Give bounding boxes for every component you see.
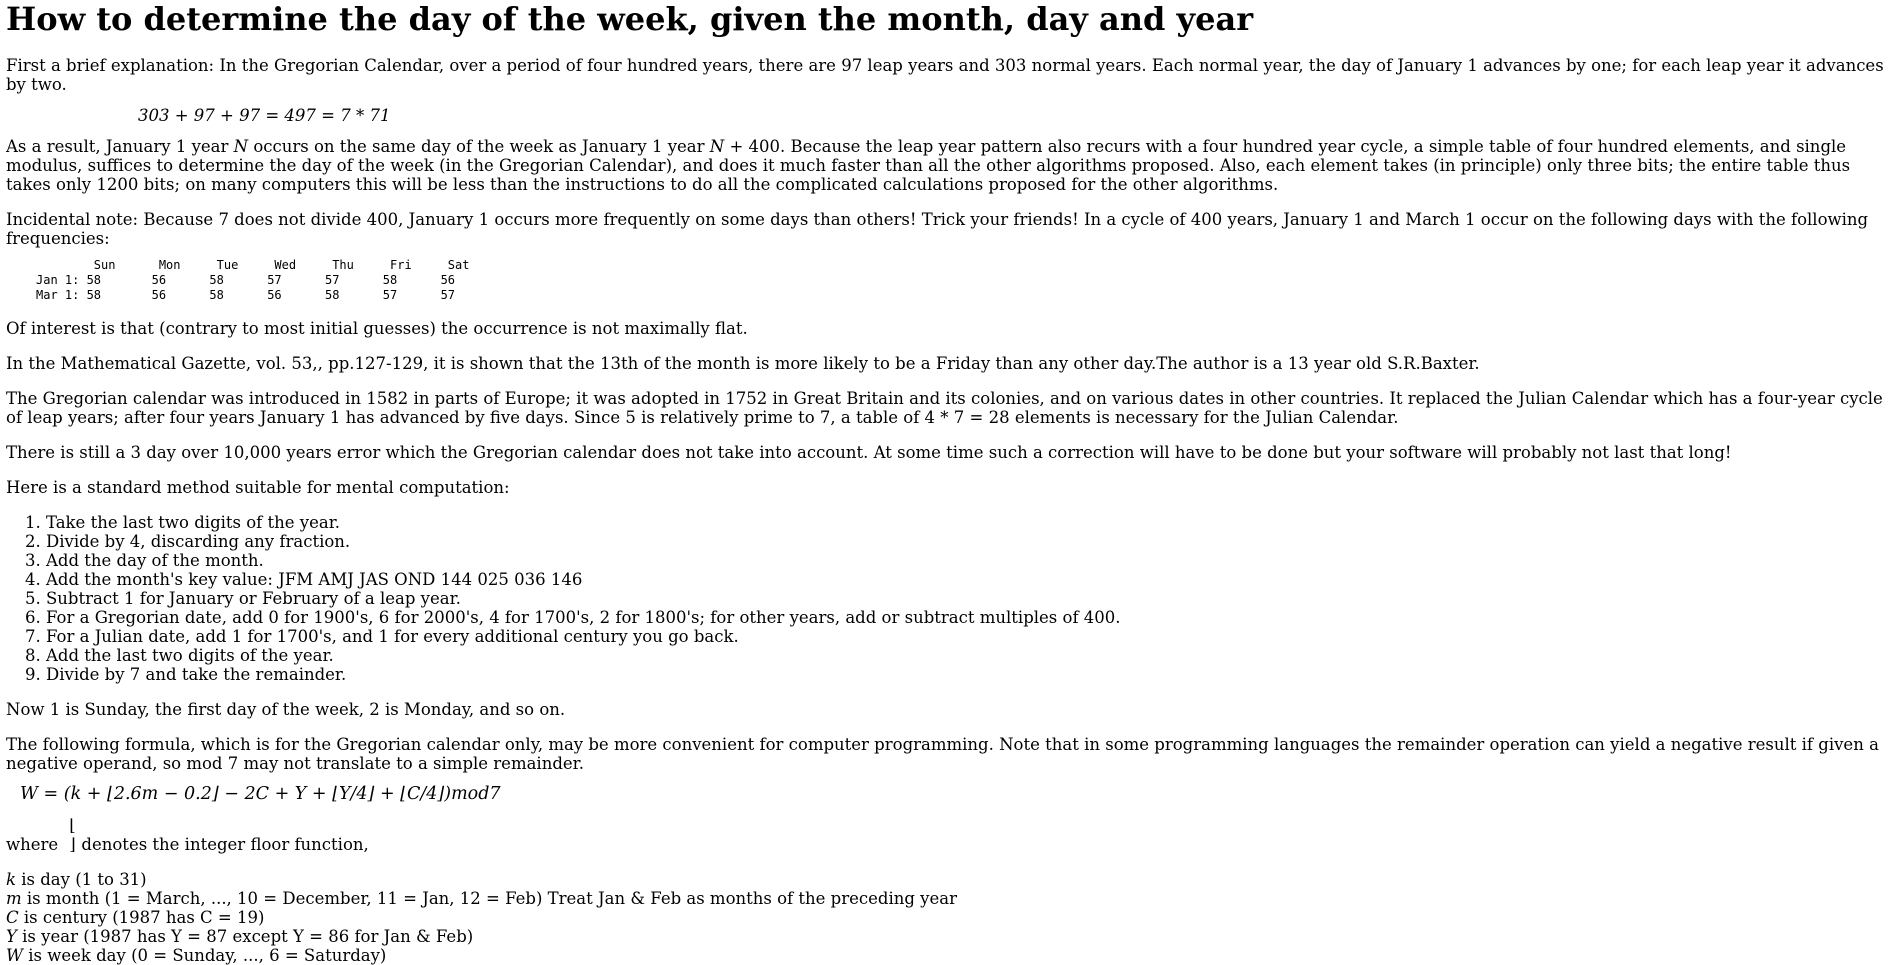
interest-paragraph: Of interest is that (contrary to most in… [6,319,748,338]
definition-text: is century (1987 has C = 19) [18,908,265,927]
result-var-n2: N [709,137,725,156]
method-intro: Here is a standard method suitable for m… [6,478,510,497]
floor-symbol: ⌊ ⌋ [69,816,76,854]
result-paragraph: As a result, January 1 year N occurs on … [6,137,1893,194]
definition-text: is week day (0 = Sunday, ..., 6 = Saturd… [22,946,387,965]
method-step: For a Gregorian date, add 0 for 1900's, … [46,608,1893,627]
incidental-note: Incidental note: Because 7 does not divi… [6,210,1869,248]
method-steps-list: Take the last two digits of the year. Di… [6,513,1893,684]
definition-k: k is day (1 to 31) [6,870,1893,889]
sunday-note: Now 1 is Sunday, the first day of the we… [6,700,566,719]
formula-intro: The following formula, which is for the … [6,735,1879,773]
result-var-n1: N [233,137,249,156]
error-note-paragraph: There is still a 3 day over 10,000 years… [6,443,1732,462]
intro-paragraph: First a brief explanation: In the Gregor… [6,56,1884,94]
frequency-table: Sun Mon Tue Wed Thu Fri Sat Jan 1: 58 56… [36,258,470,302]
method-step: Add the day of the month. [46,551,1893,570]
method-step: Add the month's key value: JFM AMJ JAS O… [46,570,1893,589]
result-text-pre: As a result, January 1 year [6,137,234,156]
definition-text: is day (1 to 31) [16,870,147,889]
method-step: Divide by 7 and take the remainder. [46,665,1893,684]
gazette-paragraph: In the Mathematical Gazette, vol. 53,, p… [6,354,1480,373]
definition-text: is year (1987 has Y = 87 except Y = 86 f… [16,927,474,946]
floor-note-pre: where [6,835,64,854]
day-of-week-formula: W = (k + ⌊2.6m − 0.2⌋ − 2C + Y + ⌊Y/4⌋ +… [20,784,501,804]
leap-year-equation: 303 + 97 + 97 = 497 = 7 * 71 [138,106,391,125]
definition-c: C is century (1987 has C = 19) [6,908,1893,927]
floor-note-post: denotes the integer floor function, [81,835,369,854]
variable-definitions: k is day (1 to 31) m is month (1 = March… [6,870,1893,965]
method-step: Add the last two digits of the year. [46,646,1893,665]
page-title: How to determine the day of the week, gi… [6,0,1254,38]
gregorian-paragraph: The Gregorian calendar was introduced in… [6,389,1883,427]
method-step: For a Julian date, add 1 for 1700's, and… [46,627,1893,646]
floor-note: where ⌊ ⌋ denotes the integer floor funct… [6,816,1893,854]
definition-text: is month (1 = March, ..., 10 = December,… [21,889,957,908]
definition-var: W [6,946,23,965]
definition-w: W is week day (0 = Sunday, ..., 6 = Satu… [6,946,1893,965]
definition-var: C [6,908,19,927]
definition-var: m [6,889,22,908]
method-step: Divide by 4, discarding any fraction. [46,532,1893,551]
method-step: Take the last two digits of the year. [46,513,1893,532]
definition-m: m is month (1 = March, ..., 10 = Decembe… [6,889,1893,908]
definition-var: Y [6,927,17,946]
method-step: Subtract 1 for January or February of a … [46,589,1893,608]
definition-var: k [6,870,16,889]
definition-y: Y is year (1987 has Y = 87 except Y = 86… [6,927,1893,946]
result-text-mid: occurs on the same day of the week as Ja… [248,137,710,156]
document-page: How to determine the day of the week, gi… [0,0,1899,965]
